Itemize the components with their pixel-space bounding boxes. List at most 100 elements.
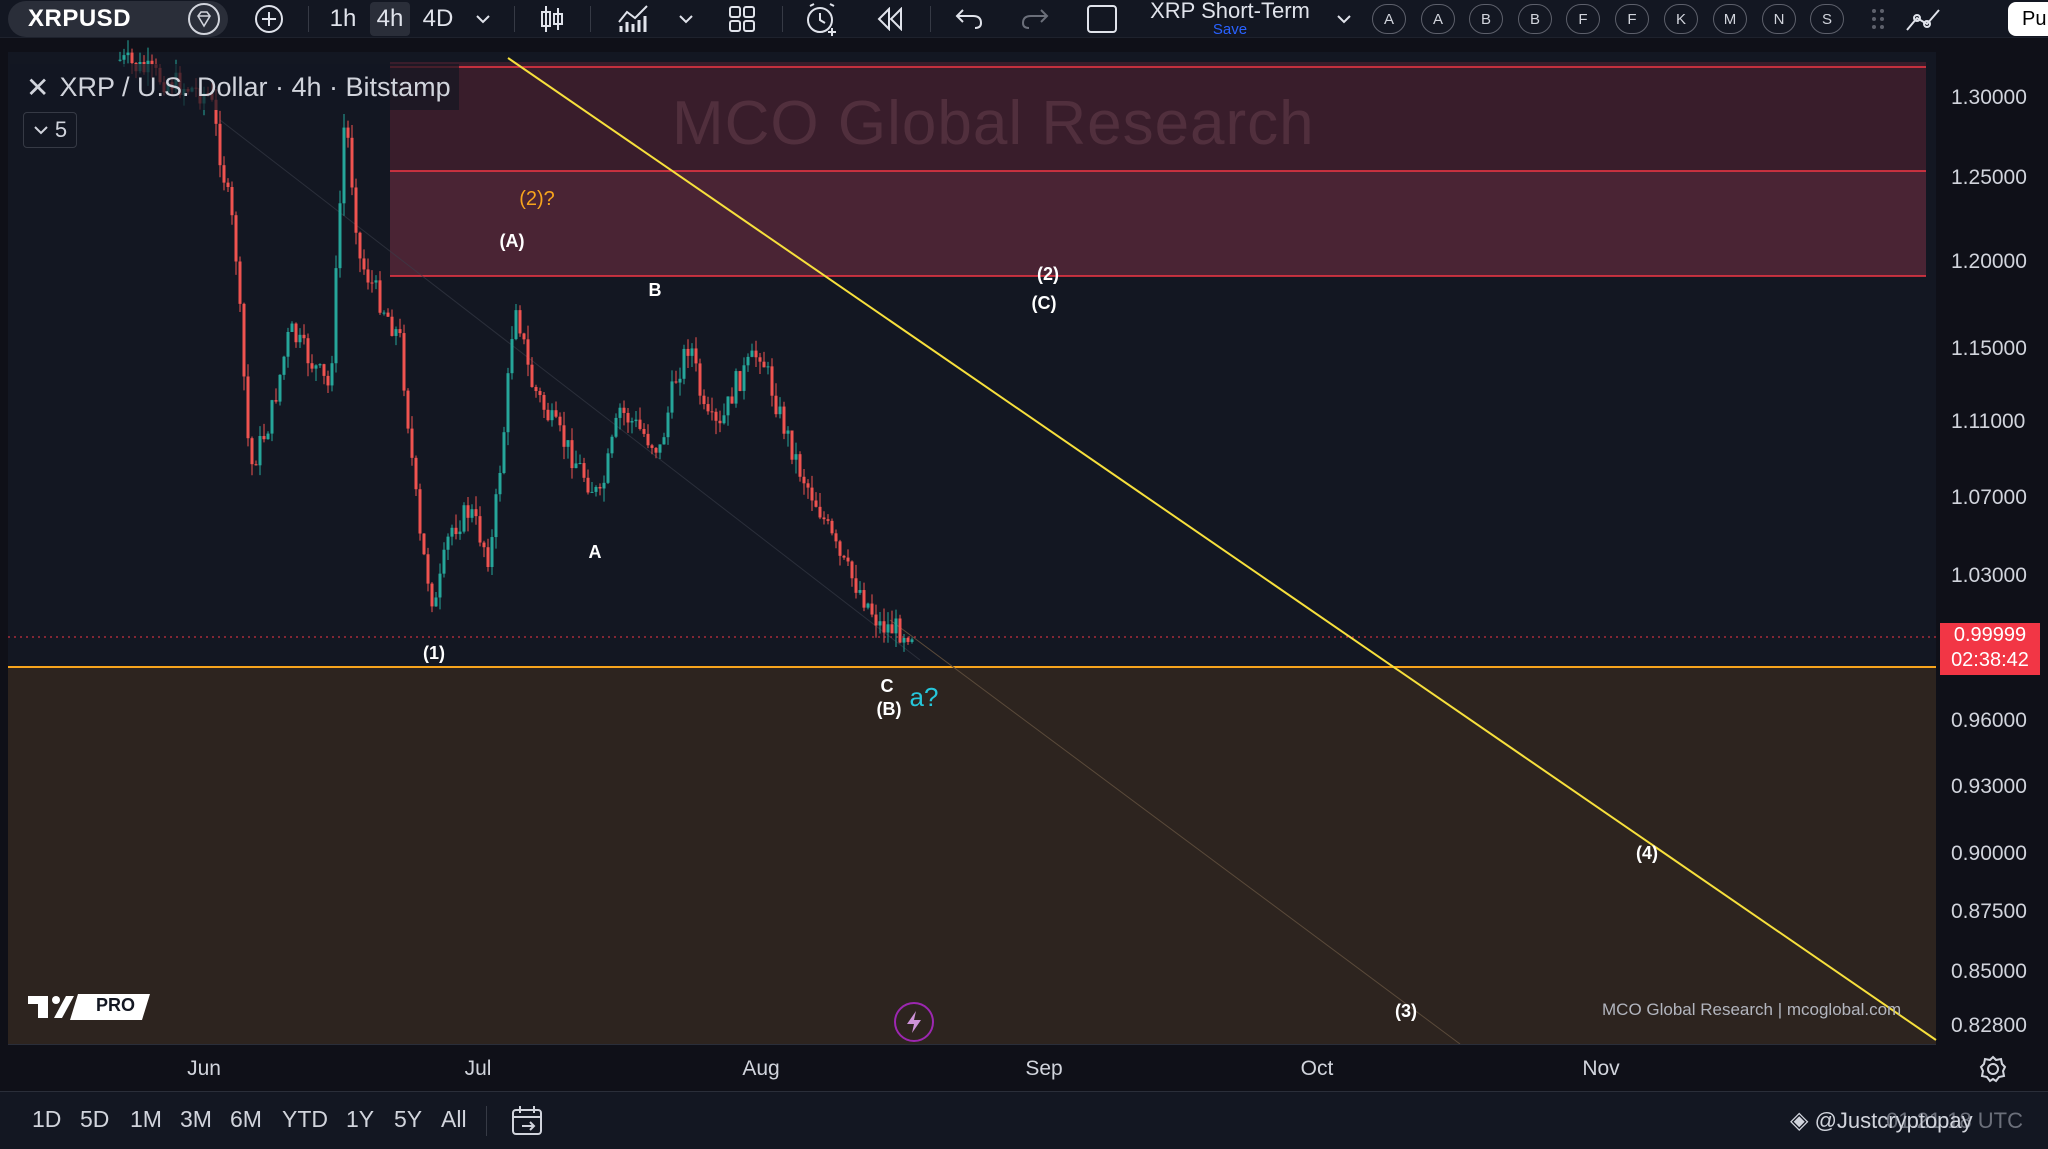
candle-body [686,348,690,356]
range-1D[interactable]: 1D [32,1106,61,1133]
watermark-handle: ◈ @Justcryptopay [1790,1106,1973,1135]
range-5Y[interactable]: 5Y [394,1106,422,1133]
candle-body [842,555,846,558]
candle-body [338,203,342,269]
wave-label-A-major[interactable]: (A) [500,231,525,252]
time-tick: Jun [187,1057,221,1080]
wave-label-4[interactable]: (4) [1636,843,1658,864]
price-tick: 0.82800 [1951,1014,2027,1037]
candle-body [274,400,278,402]
candle-body [614,417,618,437]
candle-body [242,303,246,377]
candle-body [726,396,730,416]
range-YTD[interactable]: YTD [282,1106,328,1133]
range-1Y[interactable]: 1Y [346,1106,374,1133]
candle-body [874,614,878,626]
candle-body [794,454,798,460]
candle-body [878,621,882,626]
candle-body [554,410,558,417]
indicator-toggle[interactable]: 5 [23,112,77,148]
candle-body [722,415,726,424]
range-1M[interactable]: 1M [130,1106,162,1133]
range-6M[interactable]: 6M [230,1106,262,1133]
candle-body [230,187,234,216]
wave-label-1[interactable]: (1) [423,643,445,664]
wave-label-C-major[interactable]: (C) [1032,293,1057,314]
chart-canvas[interactable] [0,0,2048,1149]
candle-body [470,509,474,518]
candle-body [718,420,722,424]
time-tick: Nov [1582,1057,1620,1080]
candle-body [538,391,542,396]
candle-body [378,280,382,313]
resistance-zone-inner [390,171,1926,276]
candle-body [882,621,886,633]
candle-body [662,437,666,445]
time-tick: Sep [1025,1057,1063,1080]
candle-body [694,348,698,364]
current-price: 0.99999 [1953,624,2027,646]
candle-body [830,520,834,534]
candle-body [890,624,894,634]
candle-body [798,454,802,477]
chart-legend[interactable]: ✕ XRP / U.S. Dollar · 4h · Bitstamp [10,64,459,110]
candle-body [294,323,298,343]
candle-body [374,280,378,283]
candle-body [498,472,502,495]
wave-label-a-question[interactable]: a? [910,682,939,713]
candle-body [310,363,314,369]
wave-label-C[interactable]: C [881,676,894,697]
candle-body [678,378,682,383]
goto-date-icon[interactable] [510,1104,546,1138]
wave-label-2-question[interactable]: (2)? [519,188,555,211]
candle-body [858,590,862,593]
candle-body [298,334,302,343]
range-3M[interactable]: 3M [180,1106,212,1133]
candle-body [514,310,518,340]
wave-label-2[interactable]: (2) [1037,264,1059,285]
price-axis[interactable]: 1.30000 1.25000 1.20000 1.15000 1.11000 … [1940,40,2048,1044]
candle-body [850,561,854,579]
range-All[interactable]: All [441,1106,467,1133]
candle-body [778,406,782,415]
bar-countdown: 02:38:42 [1951,649,2029,671]
candle-body [282,356,286,375]
candle-body [286,331,290,357]
close-icon[interactable]: ✕ [26,71,49,104]
candle-body [814,500,818,507]
lightning-icon[interactable] [894,1002,934,1042]
time-tick: Aug [742,1057,780,1080]
candle-body [838,541,842,556]
wave-label-B[interactable]: B [649,280,662,301]
candle-body [626,412,630,423]
wave-label-B-major[interactable]: (B) [877,699,902,720]
candle-body [898,618,902,643]
candle-body [826,519,830,521]
price-tick: 0.93000 [1951,775,2027,798]
candle-body [906,637,910,642]
candle-body [422,533,426,555]
candle-body [278,374,282,402]
candle-body [782,406,786,434]
price-tick: 0.96000 [1951,709,2027,732]
tv-pro-badge: PRO [96,995,136,1015]
bottom-range-bar: 1D 5D 1M 3M 6M YTD 1Y 5Y All 01:21:18 UT… [0,1091,2048,1149]
candle-body [234,215,238,262]
candle-body [786,430,790,434]
candle-body [594,486,598,492]
price-tick: 1.07000 [1951,486,2027,509]
settings-gear-icon[interactable] [1978,1054,2008,1084]
candle-body [522,333,526,340]
range-5D[interactable]: 5D [80,1106,109,1133]
candle-body [474,509,478,517]
time-axis[interactable]: Jun Jul Aug Sep Oct Nov [8,1044,1936,1090]
candle-body [126,52,130,56]
candle-body [670,381,674,413]
wave-label-A[interactable]: A [589,542,602,563]
candle-body [322,364,326,376]
candle-body [638,419,642,429]
wave-label-3[interactable]: (3) [1395,1001,1417,1022]
candle-body [414,457,418,490]
candle-body [406,390,410,429]
candle-body [854,578,858,593]
